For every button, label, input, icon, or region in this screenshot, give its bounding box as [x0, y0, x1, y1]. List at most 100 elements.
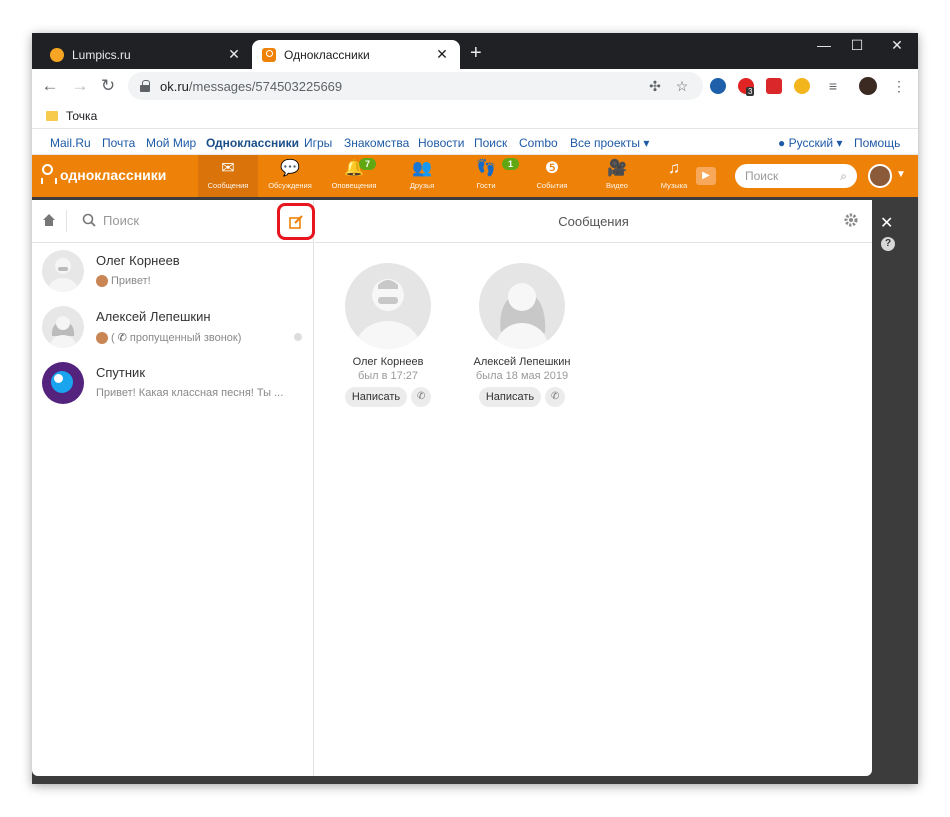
- address-bar[interactable]: ok.ru/messages/574503225669: [128, 72, 703, 100]
- reading-list-icon[interactable]: ≡: [824, 77, 842, 95]
- profile-avatar[interactable]: [859, 77, 877, 95]
- tab-title: Lumpics.ru: [72, 47, 131, 62]
- nav-friends[interactable]: 👥 Друзья: [392, 155, 452, 197]
- chat-preview: Привет! Какая классная песня! Ты ...: [96, 387, 283, 399]
- nav-label: Музыка: [660, 181, 688, 190]
- link-news[interactable]: Новости: [418, 136, 464, 150]
- write-button[interactable]: Написать: [478, 387, 542, 407]
- bookmark-star-icon[interactable]: ☆: [673, 77, 691, 95]
- ok-favicon-icon: [262, 47, 276, 62]
- chat-preview-text: Привет! Какая классная песня! Ты ...: [96, 387, 284, 399]
- new-message-button[interactable]: [277, 203, 315, 240]
- help-icon[interactable]: ?: [881, 237, 895, 251]
- footprints-icon: 👣: [476, 160, 496, 177]
- lastpass-extension-icon[interactable]: [766, 78, 782, 94]
- link-help[interactable]: Помощь: [854, 136, 900, 150]
- maximize-icon[interactable]: ☐: [842, 37, 872, 54]
- sputnik-logo-icon: [42, 362, 84, 404]
- nav-discussions[interactable]: 💬 Обсуждения: [260, 155, 320, 197]
- chat-item[interactable]: Спутник Привет! Какая классная песня! Ты…: [32, 356, 314, 412]
- avatar[interactable]: [345, 263, 431, 349]
- call-icon[interactable]: ✆: [411, 387, 432, 407]
- header-search-input[interactable]: Поиск ⌕: [735, 164, 857, 188]
- link-my-world[interactable]: Мой Мир: [146, 136, 196, 150]
- nav-label: Друзья: [409, 181, 435, 190]
- contact-status: был в 17:27: [357, 370, 419, 382]
- link-search[interactable]: Поиск: [474, 136, 507, 150]
- user-avatar[interactable]: [868, 164, 892, 188]
- chat-name: Олег Корнеев: [96, 253, 180, 268]
- browser-window: Lumpics.ru ✕ Одноклассники ✕ + — ☐ ✕ ← →…: [32, 33, 918, 784]
- nav-music[interactable]: ♫ Музыка: [644, 155, 704, 197]
- avatar[interactable]: [479, 263, 565, 349]
- link-odnoklassniki[interactable]: Одноклассники: [206, 136, 299, 150]
- contact-card: Олег Корнеев был в 17:27 Написать ✆: [318, 263, 458, 407]
- link-mail[interactable]: Почта: [102, 136, 135, 150]
- tab-lumpics[interactable]: Lumpics.ru ✕: [40, 40, 252, 69]
- page-title: Сообщения: [558, 214, 629, 229]
- nav-label: События: [536, 181, 568, 190]
- ok-logo-icon: [40, 164, 54, 186]
- reload-icon[interactable]: ↻: [98, 76, 118, 96]
- search-placeholder: Поиск: [745, 169, 779, 183]
- chevron-down-icon[interactable]: ▼: [896, 169, 906, 180]
- nav-events[interactable]: ❺ События: [522, 155, 582, 197]
- link-combo[interactable]: Combo: [519, 136, 558, 150]
- forward-icon[interactable]: →: [70, 76, 90, 96]
- gear-icon[interactable]: [843, 212, 859, 228]
- new-tab-button[interactable]: +: [470, 43, 482, 63]
- link-games[interactable]: Игры: [304, 136, 332, 150]
- chat-item[interactable]: Олег Корнеев Привет!: [32, 244, 314, 300]
- link-all-projects[interactable]: Все проекты ▾: [570, 136, 649, 150]
- tab-title: Одноклассники: [284, 47, 370, 62]
- nav-video[interactable]: 🎥 Видео: [587, 155, 647, 197]
- events-icon: ❺: [544, 160, 560, 177]
- close-window-icon[interactable]: ✕: [882, 37, 912, 54]
- minimize-icon[interactable]: —: [809, 37, 839, 53]
- search-icon: ⌕: [840, 168, 847, 183]
- video-icon: 🎥: [607, 160, 627, 177]
- write-button[interactable]: Написать: [344, 387, 408, 407]
- chat-search-input[interactable]: Поиск: [103, 213, 139, 228]
- tab-odnoklassniki[interactable]: Одноклассники ✕: [252, 40, 460, 69]
- bookmarks-bar: Точка: [32, 103, 918, 129]
- search-icon: [82, 213, 96, 227]
- back-icon[interactable]: ←: [40, 76, 60, 96]
- nav-guests[interactable]: 👣 Гости 1: [456, 155, 520, 197]
- status-dot: [294, 333, 302, 341]
- link-mailru[interactable]: Mail.Ru: [50, 136, 91, 150]
- nav-label: Оповещения: [331, 181, 377, 190]
- tab-close-icon[interactable]: ✕: [226, 46, 242, 63]
- chat-preview: Привет!: [96, 275, 151, 287]
- contact-status: была 18 мая 2019: [475, 370, 569, 382]
- tab-close-icon[interactable]: ✕: [434, 46, 450, 63]
- ok-logo[interactable]: одноклассники: [40, 164, 166, 186]
- extension-puzzle-icon[interactable]: ✣: [646, 77, 664, 95]
- language-selector[interactable]: ● Русский ▾: [778, 136, 842, 150]
- contact-card: Алексей Лепешкин была 18 мая 2019 Написа…: [452, 263, 592, 407]
- nav-messages[interactable]: ✉ Сообщения: [198, 155, 258, 197]
- home-icon[interactable]: [42, 213, 56, 227]
- avatar: [96, 275, 108, 287]
- play-icon[interactable]: ▶: [696, 167, 716, 185]
- link-dating[interactable]: Знакомства: [344, 136, 409, 150]
- chat-preview: (✆ пропущенный звонок): [96, 331, 241, 344]
- avatar: [42, 250, 84, 292]
- chat-list-column: Поиск Олег Корнеев Привет! Алексей Лепеш…: [32, 200, 315, 776]
- nav-notifications[interactable]: 🔔 Оповещения 7: [324, 155, 384, 197]
- avatar: [42, 306, 84, 348]
- conversation-header: Сообщения: [315, 200, 872, 243]
- chat-bubbles-icon: 💬: [280, 160, 300, 177]
- menu-kebab-icon[interactable]: ⋮: [890, 77, 908, 95]
- close-icon[interactable]: ✕: [880, 213, 893, 233]
- lock-icon: [140, 80, 150, 92]
- chat-list-header: Поиск: [32, 200, 315, 243]
- chat-item[interactable]: Алексей Лепешкин (✆ пропущенный звонок): [32, 300, 314, 356]
- ok-header: одноклассники ✉ Сообщения 💬 Обсуждения 🔔…: [32, 155, 918, 197]
- bookmark-item[interactable]: Точка: [66, 109, 97, 123]
- chat-name: Спутник: [96, 365, 146, 380]
- shield-extension-icon[interactable]: [794, 78, 810, 94]
- vk-extension-icon[interactable]: [710, 78, 726, 94]
- lumpics-favicon-icon: [50, 47, 64, 62]
- call-icon[interactable]: ✆: [545, 387, 566, 407]
